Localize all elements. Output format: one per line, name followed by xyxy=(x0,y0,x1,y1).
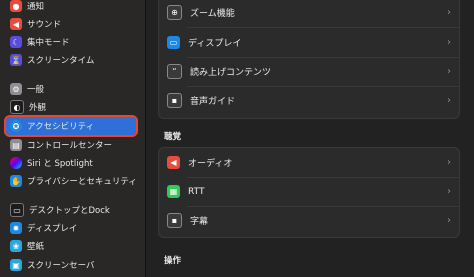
chevron-right-icon: › xyxy=(447,215,451,226)
appearance-icon: ◐ xyxy=(10,100,24,114)
sidebar-item-general[interactable]: ⚙ 一般 xyxy=(6,80,136,98)
main-pane: ⊕ ズーム機能 › ▭ ディスプレイ › “ 読み上げコンテンツ › ▪ 音声ガ… xyxy=(146,0,474,277)
row-label: オーディオ xyxy=(188,159,233,169)
screensaver-icon: ▣ xyxy=(10,259,22,271)
sidebar-item-desktop-dock[interactable]: ▭ デスクトップとDock xyxy=(6,201,136,219)
sidebar-item-control-center[interactable]: ▤ コントロールセンター xyxy=(6,136,136,154)
chevron-right-icon: › xyxy=(447,7,451,18)
chevron-right-icon: › xyxy=(447,157,451,168)
row-audio[interactable]: ◀ オーディオ › xyxy=(159,148,459,177)
rtt-icon: ▦ xyxy=(167,185,180,198)
section-title-hearing: 聴覚 xyxy=(164,132,182,142)
sidebar: ● 通知 ◀ サウンド ☾ 集中モード ⌛ スクリーンタイム ⚙ 一般 ◐ 外観… xyxy=(0,0,146,277)
row-label: ズーム機能 xyxy=(190,9,235,19)
display-icon: ✹ xyxy=(10,222,22,234)
sidebar-item-label: スクリーンセーバ xyxy=(27,261,95,271)
hourglass-icon: ⌛ xyxy=(10,54,22,66)
vision-group: ⊕ ズーム機能 › ▭ ディスプレイ › “ 読み上げコンテンツ › ▪ 音声ガ… xyxy=(158,0,460,119)
sidebar-item-label: デスクトップとDock xyxy=(29,206,110,216)
sidebar-item-accessibility[interactable]: ✪ アクセシビリティ xyxy=(4,115,138,137)
row-captions[interactable]: ▪ 字幕 › xyxy=(159,206,459,235)
sidebar-item-label: ディスプレイ xyxy=(27,224,78,234)
section-title-motor: 操作 xyxy=(164,256,182,266)
sidebar-item-label: Siri と Spotlight xyxy=(27,159,93,169)
row-label: RTT xyxy=(188,186,205,197)
row-audio-description[interactable]: ▪ 音声ガイド › xyxy=(159,86,459,115)
row-spoken-content[interactable]: “ 読み上げコンテンツ › xyxy=(159,57,459,86)
sidebar-item-label: 壁紙 xyxy=(27,242,45,252)
sidebar-item-label: 外観 xyxy=(29,103,47,113)
speaker-icon: ◀ xyxy=(10,18,22,30)
row-rtt[interactable]: ▦ RTT › xyxy=(159,177,459,206)
chevron-right-icon: › xyxy=(447,95,451,106)
zoom-icon: ⊕ xyxy=(167,5,182,20)
sidebar-item-siri-spotlight[interactable]: Siri と Spotlight xyxy=(6,154,136,172)
sidebar-item-focus[interactable]: ☾ 集中モード xyxy=(6,33,136,51)
siri-icon xyxy=(10,157,22,169)
wallpaper-icon: ❀ xyxy=(10,240,22,252)
sidebar-item-label: サウンド xyxy=(27,20,62,30)
control-center-icon: ▤ xyxy=(10,139,22,151)
sidebar-item-notifications[interactable]: ● 通知 xyxy=(6,0,136,15)
sidebar-item-appearance[interactable]: ◐ 外観 xyxy=(6,98,136,116)
row-label: 音声ガイド xyxy=(190,97,236,107)
bell-icon: ● xyxy=(10,0,22,12)
sidebar-item-label: スクリーンタイム xyxy=(27,56,95,66)
hearing-group: ◀ オーディオ › ▦ RTT › ▪ 字幕 › xyxy=(158,147,460,238)
desktop-dock-icon: ▭ xyxy=(10,203,24,217)
display-icon: ▭ xyxy=(167,36,180,49)
sidebar-item-wallpaper[interactable]: ❀ 壁紙 xyxy=(6,237,136,255)
sidebar-item-label: 一般 xyxy=(27,85,45,95)
sidebar-item-screen-saver[interactable]: ▣ スクリーンセーバ xyxy=(6,256,136,274)
row-label: 字幕 xyxy=(190,217,209,227)
row-display[interactable]: ▭ ディスプレイ › xyxy=(159,28,459,57)
chevron-right-icon: › xyxy=(447,186,451,197)
moon-icon: ☾ xyxy=(10,36,22,48)
sidebar-item-privacy-security[interactable]: ✋ プライバシーとセキュリティ xyxy=(6,172,136,190)
sidebar-item-label: 集中モード xyxy=(27,38,70,48)
row-label: ディスプレイ xyxy=(188,39,242,49)
sidebar-item-displays[interactable]: ✹ ディスプレイ xyxy=(6,219,136,237)
sidebar-item-label: プライバシーとセキュリティ xyxy=(27,177,136,187)
audio-icon: ◀ xyxy=(167,156,180,169)
sidebar-item-label: アクセシビリティ xyxy=(27,122,95,132)
row-zoom[interactable]: ⊕ ズーム機能 › xyxy=(159,0,459,27)
privacy-hand-icon: ✋ xyxy=(10,175,22,187)
sidebar-item-sound[interactable]: ◀ サウンド xyxy=(6,15,136,33)
captions-icon: ▪ xyxy=(167,213,182,228)
sidebar-item-label: 通知 xyxy=(27,2,45,12)
gear-icon: ⚙ xyxy=(10,83,22,95)
sidebar-item-label: コントロールセンター xyxy=(27,141,113,151)
sidebar-item-screen-time[interactable]: ⌛ スクリーンタイム xyxy=(6,51,136,69)
accessibility-icon: ✪ xyxy=(10,120,22,132)
audio-description-icon: ▪ xyxy=(167,93,182,108)
spoken-content-icon: “ xyxy=(167,64,182,79)
chevron-right-icon: › xyxy=(447,37,451,48)
row-label: 読み上げコンテンツ xyxy=(190,68,272,78)
chevron-right-icon: › xyxy=(447,66,451,77)
